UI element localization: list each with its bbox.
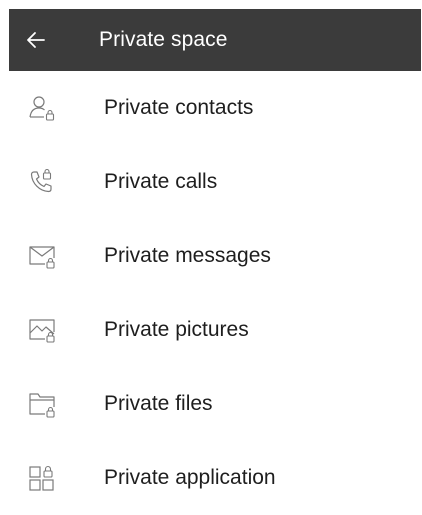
page-title: Private space [99, 28, 228, 51]
list-item-label: Private calls [104, 170, 218, 193]
private-space-list: Private contacts Private calls Private m… [0, 71, 422, 515]
list-item-label: Private pictures [104, 318, 249, 341]
back-button[interactable] [5, 9, 67, 71]
list-item-private-files[interactable]: Private files [0, 367, 422, 441]
list-item-private-messages[interactable]: Private messages [0, 219, 422, 293]
picture-lock-icon [22, 310, 62, 350]
envelope-lock-icon [22, 236, 62, 276]
list-item-label: Private files [104, 392, 213, 415]
folder-lock-icon [22, 384, 62, 424]
list-item-label: Private messages [104, 244, 271, 267]
list-item-private-application[interactable]: Private application [0, 441, 422, 515]
apps-lock-icon [22, 458, 62, 498]
list-item-label: Private contacts [104, 96, 254, 119]
app-bar: Private space [9, 9, 421, 71]
list-item-private-contacts[interactable]: Private contacts [0, 71, 422, 145]
list-item-private-calls[interactable]: Private calls [0, 145, 422, 219]
list-item-private-pictures[interactable]: Private pictures [0, 293, 422, 367]
arrow-left-icon [27, 32, 45, 48]
phone-lock-icon [22, 162, 62, 202]
list-item-label: Private application [104, 466, 276, 489]
contact-lock-icon [22, 88, 62, 128]
